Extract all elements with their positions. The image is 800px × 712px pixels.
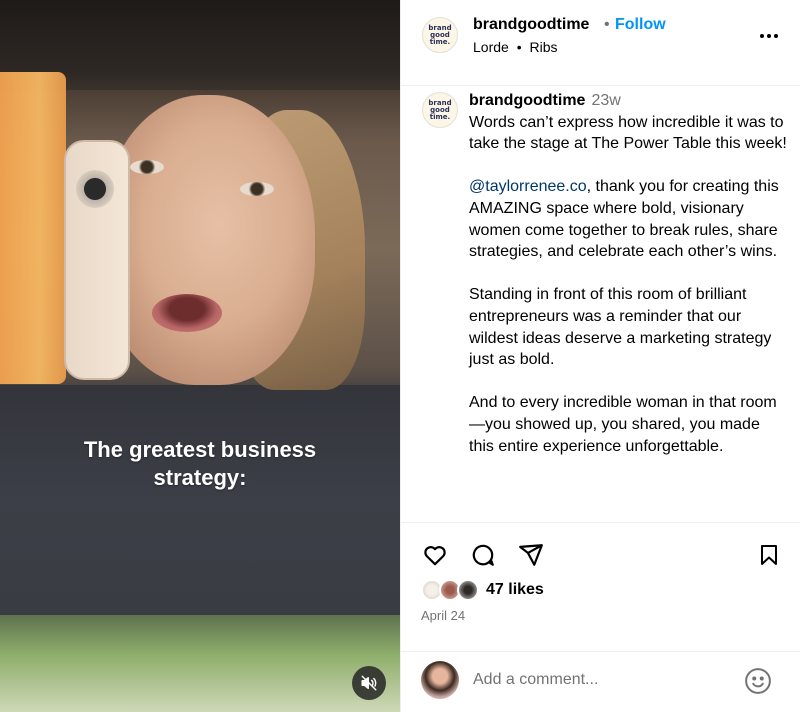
follow-button[interactable]: Follow	[615, 16, 666, 34]
liker-avatars[interactable]	[421, 579, 485, 603]
face	[100, 95, 315, 385]
caption-paragraph-4: And to every incredible woman in that ro…	[469, 394, 777, 455]
profile-avatar[interactable]: brand good time.	[422, 17, 458, 53]
caption-paragraph-3: Standing in front of this room of brilli…	[469, 286, 772, 369]
save-button[interactable]	[755, 541, 783, 569]
caption-time[interactable]: 23w	[591, 92, 620, 109]
phone	[64, 140, 130, 380]
mention-link[interactable]: @taylorrenee.co	[469, 178, 587, 195]
bookmark-icon	[761, 545, 777, 565]
caption-paragraph-2: @taylorrenee.co, thank you for creating …	[469, 176, 787, 262]
right-eye	[240, 182, 274, 196]
video-caption: The greatest business strategy:	[0, 436, 400, 492]
action-bar: 47 likes April 24	[401, 522, 800, 712]
video-caption-line-1: The greatest business	[83, 437, 317, 462]
car-dashboard	[0, 385, 400, 615]
audio-artist[interactable]: Lorde	[473, 39, 509, 55]
audio-separator: •	[516, 39, 522, 55]
left-eye	[130, 160, 164, 174]
emoji-icon	[745, 668, 771, 694]
post-date[interactable]: April 24	[421, 608, 465, 623]
comment-bar	[401, 651, 800, 712]
caption-logo-text-3: time.	[429, 112, 451, 121]
header-separator: •	[604, 16, 610, 33]
mute-button[interactable]	[352, 666, 386, 700]
reel-video[interactable]: The greatest business strategy:	[0, 0, 400, 712]
share-button[interactable]	[517, 541, 545, 569]
mouth	[152, 294, 222, 332]
comment-input[interactable]	[473, 668, 733, 692]
liker-avatar-3	[457, 579, 479, 601]
audio-track[interactable]: Ribs	[530, 39, 558, 55]
speaker-muted-icon	[361, 675, 377, 691]
comment-button[interactable]	[469, 541, 497, 569]
heart-icon	[424, 546, 446, 566]
video-caption-line-2: strategy:	[153, 465, 247, 490]
emoji-button[interactable]	[743, 666, 773, 696]
caption-username[interactable]: brandgoodtime	[469, 92, 585, 109]
like-button[interactable]	[421, 541, 449, 569]
comment-icon	[472, 544, 494, 566]
likes-count[interactable]: 47 likes	[486, 581, 544, 599]
visor-light	[0, 72, 66, 384]
audio-attribution[interactable]: Lorde • Ribs	[473, 39, 558, 55]
caption-paragraph-1: Words can’t express how incredible it wa…	[469, 113, 787, 153]
post-panel: brand good time. brandgoodtime • Follow …	[400, 0, 800, 712]
current-user-avatar[interactable]	[421, 661, 459, 699]
logo-text-3: time.	[429, 37, 451, 46]
caption-avatar[interactable]: brand good time.	[422, 92, 458, 128]
post-header: brand good time. brandgoodtime • Follow …	[401, 0, 800, 86]
header-username[interactable]: brandgoodtime	[473, 16, 589, 34]
caption-text: brandgoodtime 23w Words can’t express how…	[469, 90, 787, 457]
more-options-icon[interactable]	[757, 24, 781, 48]
share-icon	[519, 544, 543, 566]
caption-area: brand good time. brandgoodtime 23w Words …	[401, 86, 800, 522]
